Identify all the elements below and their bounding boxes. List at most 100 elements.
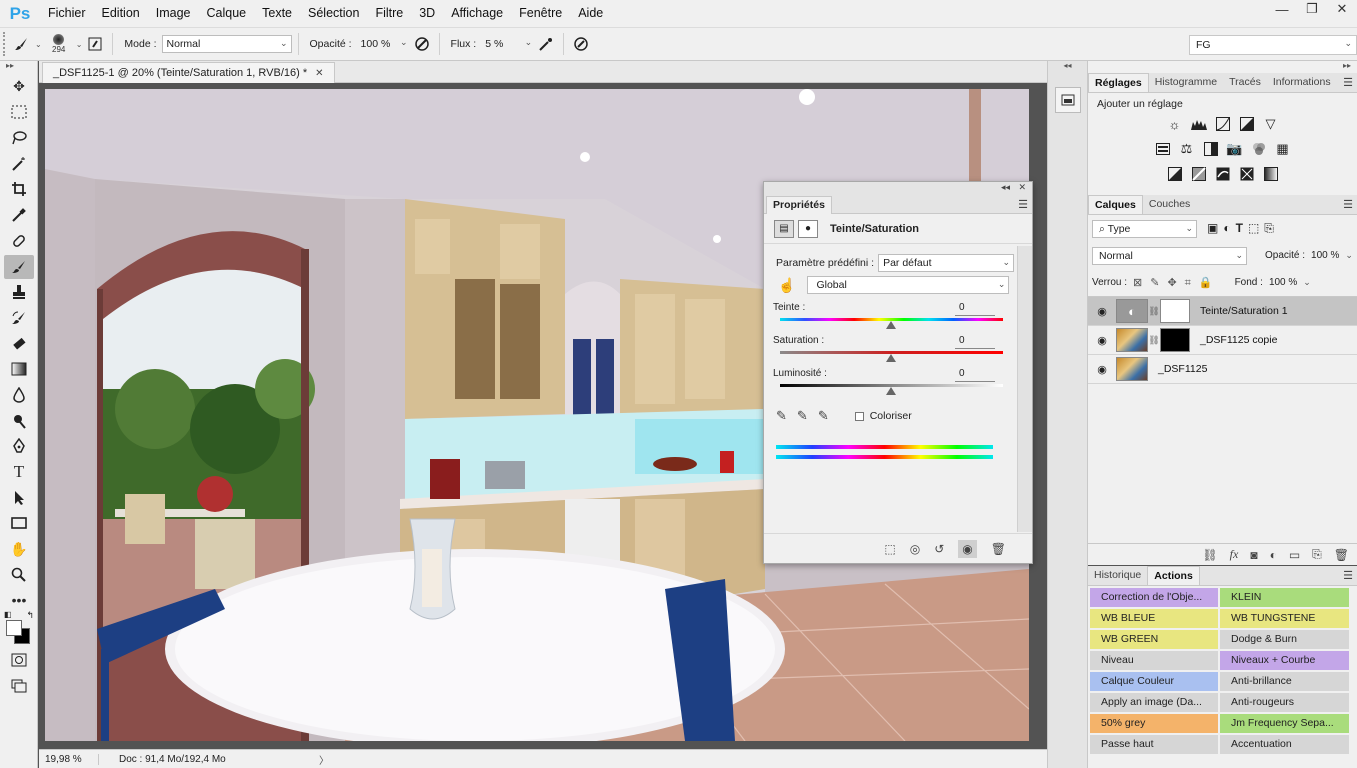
hue-saturation-icon[interactable]: ▤	[774, 219, 794, 238]
action-button[interactable]: WB GREEN	[1090, 630, 1218, 649]
collapse-icon[interactable]: ◂◂	[1001, 182, 1010, 193]
more-tools-icon[interactable]: •••	[4, 588, 34, 612]
layer-thumbnail[interactable]	[1116, 357, 1148, 381]
gradient-map-icon[interactable]	[1261, 165, 1280, 183]
history-brush-tool-icon[interactable]	[4, 306, 34, 330]
menu-texte[interactable]: Texte	[254, 0, 300, 27]
layer-name[interactable]: _DSF1125	[1158, 363, 1207, 375]
dodge-tool-icon[interactable]	[4, 409, 34, 433]
view-previous-icon[interactable]: ◎	[910, 542, 920, 556]
trash-icon[interactable]: 🗑	[991, 542, 1006, 556]
document-tab[interactable]: _DSF1125-1 @ 20% (Teinte/Saturation 1, R…	[42, 62, 335, 83]
rectangle-tool-icon[interactable]	[4, 511, 34, 535]
invert-icon[interactable]	[1165, 165, 1184, 183]
action-button[interactable]: Anti-brillance	[1220, 672, 1349, 691]
layer-thumbnail[interactable]	[1116, 328, 1148, 352]
saturation-slider-thumb[interactable]	[886, 354, 896, 362]
lasso-tool-icon[interactable]	[4, 126, 34, 150]
menu-affichage[interactable]: Affichage	[443, 0, 511, 27]
action-button[interactable]: Accentuation	[1220, 735, 1349, 754]
eyedropper-icon[interactable]: ✎	[776, 408, 787, 424]
tab-actions[interactable]: Actions	[1147, 566, 1200, 585]
mode-select[interactable]: Normal ⌄	[161, 35, 292, 53]
color-lookup-icon[interactable]: ▦	[1273, 140, 1292, 158]
chevron-right-icon[interactable]: 〉	[319, 752, 329, 767]
marquee-tool-icon[interactable]	[4, 100, 34, 124]
gradient-tool-icon[interactable]	[4, 357, 34, 381]
reset-icon[interactable]: ↺	[934, 542, 944, 556]
action-button[interactable]: 50% grey	[1090, 714, 1218, 733]
eyedropper-plus-icon[interactable]: ✎	[797, 408, 808, 424]
workspace-select[interactable]: FG ⌄	[1189, 35, 1357, 55]
brush-tool-preset-icon[interactable]	[11, 33, 33, 55]
action-button[interactable]: WB TUNGSTENE	[1220, 609, 1349, 628]
menu-selection[interactable]: Sélection	[300, 0, 367, 27]
panel-menu-icon[interactable]: ☰	[1343, 76, 1353, 89]
properties-panel-icon[interactable]	[1054, 87, 1081, 113]
link-icon[interactable]: ⛓	[1148, 335, 1160, 346]
action-button[interactable]: KLEIN	[1220, 588, 1349, 607]
add-mask-icon[interactable]: ◙	[1250, 548, 1257, 562]
eye-icon[interactable]: ◉	[1088, 305, 1116, 318]
filter-smart-object-icon[interactable]: ⎘	[1264, 221, 1274, 236]
magic-wand-tool-icon[interactable]	[4, 152, 34, 176]
layer-row[interactable]: ◉ ◐ ⛓ Teinte/Saturation 1	[1088, 297, 1357, 326]
exposure-icon[interactable]	[1237, 115, 1256, 133]
default-colors-icon[interactable]: ◧	[4, 610, 12, 619]
curves-icon[interactable]	[1213, 115, 1232, 133]
chevron-down-icon[interactable]: ⌄	[400, 37, 408, 48]
filter-pixel-icon[interactable]: ▣	[1207, 221, 1218, 236]
move-tool-icon[interactable]: ✥	[4, 75, 34, 99]
adjustment-layer-thumbnail[interactable]: ◐	[1116, 299, 1148, 323]
eyedropper-minus-icon[interactable]: ✎	[818, 408, 829, 424]
clip-to-layer-icon[interactable]: ⬚	[884, 542, 895, 556]
expand-panels-icon[interactable]: ▸▸	[1088, 61, 1357, 73]
preset-select[interactable]: Par défaut ⌄	[878, 254, 1015, 272]
tab-calques[interactable]: Calques	[1088, 195, 1143, 214]
action-button[interactable]: Dodge & Burn	[1220, 630, 1349, 649]
tab-historique[interactable]: Historique	[1088, 566, 1147, 585]
channel-mixer-icon[interactable]	[1249, 140, 1268, 158]
menu-3d[interactable]: 3D	[411, 0, 443, 27]
tab-informations[interactable]: Informations	[1267, 73, 1337, 92]
black-white-icon[interactable]	[1201, 140, 1220, 158]
panel-menu-icon[interactable]: ☰	[1343, 198, 1353, 211]
close-icon[interactable]: ✕	[1018, 182, 1026, 193]
clone-stamp-tool-icon[interactable]	[4, 280, 34, 304]
blur-tool-icon[interactable]	[4, 383, 34, 407]
menu-fenetre[interactable]: Fenêtre	[511, 0, 570, 27]
colorize-checkbox[interactable]	[854, 411, 864, 421]
collapse-panels-icon[interactable]: ◂◂	[1048, 61, 1087, 73]
swap-colors-icon[interactable]: ↰	[26, 610, 34, 621]
close-tab-icon[interactable]: ✕	[315, 68, 323, 79]
hue-value[interactable]: 0	[955, 302, 995, 316]
targeted-adjustment-hand-icon[interactable]: ☝	[778, 277, 795, 294]
action-button[interactable]: Anti-rougeurs	[1220, 693, 1349, 712]
close-button[interactable]: ✕	[1327, 0, 1357, 18]
properties-scrollbar[interactable]	[1017, 246, 1032, 532]
fill-value[interactable]: 100 %	[1269, 277, 1297, 288]
healing-brush-tool-icon[interactable]	[4, 229, 34, 253]
action-button[interactable]: Passe haut	[1090, 735, 1218, 754]
layer-style-icon[interactable]: fx	[1230, 547, 1239, 562]
brush-preset-picker[interactable]: 294	[44, 30, 74, 58]
action-button[interactable]: WB BLEUE	[1090, 609, 1218, 628]
filter-adjustment-icon[interactable]: ◐	[1223, 221, 1230, 236]
action-button[interactable]: Apply an image (Da...	[1090, 693, 1218, 712]
action-button[interactable]: Jm Frequency Sepa...	[1220, 714, 1349, 733]
menu-fichier[interactable]: Fichier	[40, 0, 94, 27]
opacity-field[interactable]: 100 % ⌄	[357, 35, 411, 53]
hand-tool-icon[interactable]: ✋	[4, 537, 34, 561]
filter-type-icon[interactable]: T	[1236, 221, 1243, 236]
pressure-size-icon[interactable]	[570, 33, 592, 55]
action-button[interactable]: Niveaux + Courbe	[1220, 651, 1349, 670]
layer-name[interactable]: Teinte/Saturation 1	[1200, 305, 1288, 317]
minimize-button[interactable]: —	[1267, 0, 1297, 18]
panel-menu-icon[interactable]: ☰	[1343, 569, 1353, 582]
hue-saturation-icon[interactable]	[1153, 140, 1172, 158]
brush-panel-toggle-icon[interactable]	[84, 33, 106, 55]
saturation-value[interactable]: 0	[955, 335, 995, 349]
new-adjustment-icon[interactable]: ◐	[1270, 548, 1277, 562]
type-tool-icon[interactable]: T	[4, 460, 34, 484]
hue-slider-thumb[interactable]	[886, 321, 896, 329]
